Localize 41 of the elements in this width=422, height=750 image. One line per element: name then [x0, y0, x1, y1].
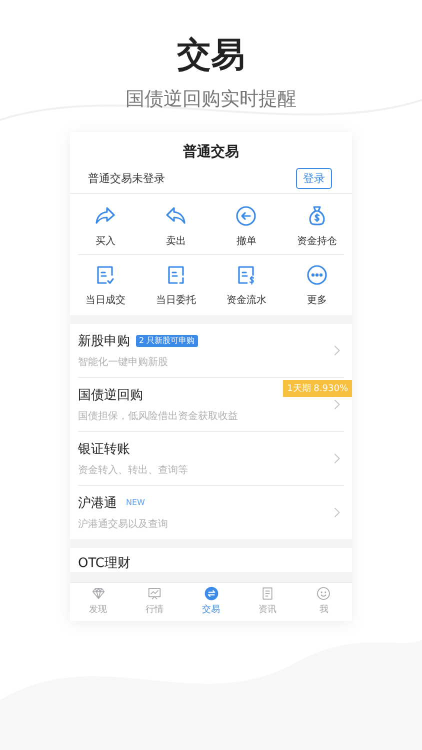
action-button[interactable]: 资金持仓: [282, 204, 352, 248]
chevron-icon: [334, 507, 340, 518]
service-description: 资金转入、转出、查询等: [78, 464, 189, 477]
swap-icon: [204, 586, 219, 601]
document-icon: [260, 586, 275, 601]
service-item[interactable]: 新股申购 2 只新股可申购 智能化一键申购新股: [70, 324, 352, 377]
new-label: NEW: [125, 497, 146, 509]
service-description: 沪港通交易以及查询: [78, 518, 169, 531]
action-button[interactable]: 买入: [70, 204, 140, 248]
smiley-icon: [316, 586, 332, 601]
service-description: 智能化一键申购新股: [78, 356, 169, 369]
service-title: 银证转账: [78, 441, 130, 458]
more-icon: [304, 263, 329, 287]
action-button[interactable]: 更多: [282, 263, 352, 307]
action-button[interactable]: 当日成交: [70, 263, 140, 307]
login-button[interactable]: 登录: [296, 168, 332, 189]
action-button[interactable]: 当日委托: [140, 263, 211, 307]
count-badge: 2 只新股可申购: [136, 335, 198, 347]
page-title: 交易: [177, 34, 245, 76]
section-title: OTC理财: [78, 556, 132, 571]
tab-item[interactable]: 交易: [182, 583, 240, 619]
service-item[interactable]: 沪港通 NEW 沪港通交易以及查询: [70, 486, 352, 539]
page-subtitle: 国债逆回购实时提醒: [126, 87, 296, 112]
login-status: 普通交易未登录: [88, 171, 165, 186]
service-title: 新股申购: [78, 333, 130, 350]
chevron-icon: [334, 345, 340, 356]
service-item[interactable]: 银证转账 资金转入、转出、查询等: [70, 432, 352, 485]
action-button[interactable]: 撤单: [211, 204, 282, 248]
service-title: 国债逆回购: [78, 387, 143, 404]
service-item[interactable]: 国债逆回购 国债担保，低风险借出资金获取收益 1天期 8.930%: [70, 378, 352, 431]
chevron-icon: [334, 453, 340, 464]
chevron-icon: [334, 399, 340, 410]
action-button[interactable]: 资金流水: [211, 263, 282, 307]
service-description: 国债担保，低风险借出资金获取收益: [78, 410, 239, 423]
service-title: 沪港通: [78, 495, 117, 512]
rate-ribbon: 1天期 8.930%: [283, 380, 352, 397]
chart-icon: [147, 586, 162, 601]
action-button[interactable]: 卖出: [140, 204, 211, 248]
diamond-icon: [90, 586, 106, 601]
screen-title: 普通交易: [182, 142, 240, 162]
back-circle-icon: [234, 204, 258, 228]
